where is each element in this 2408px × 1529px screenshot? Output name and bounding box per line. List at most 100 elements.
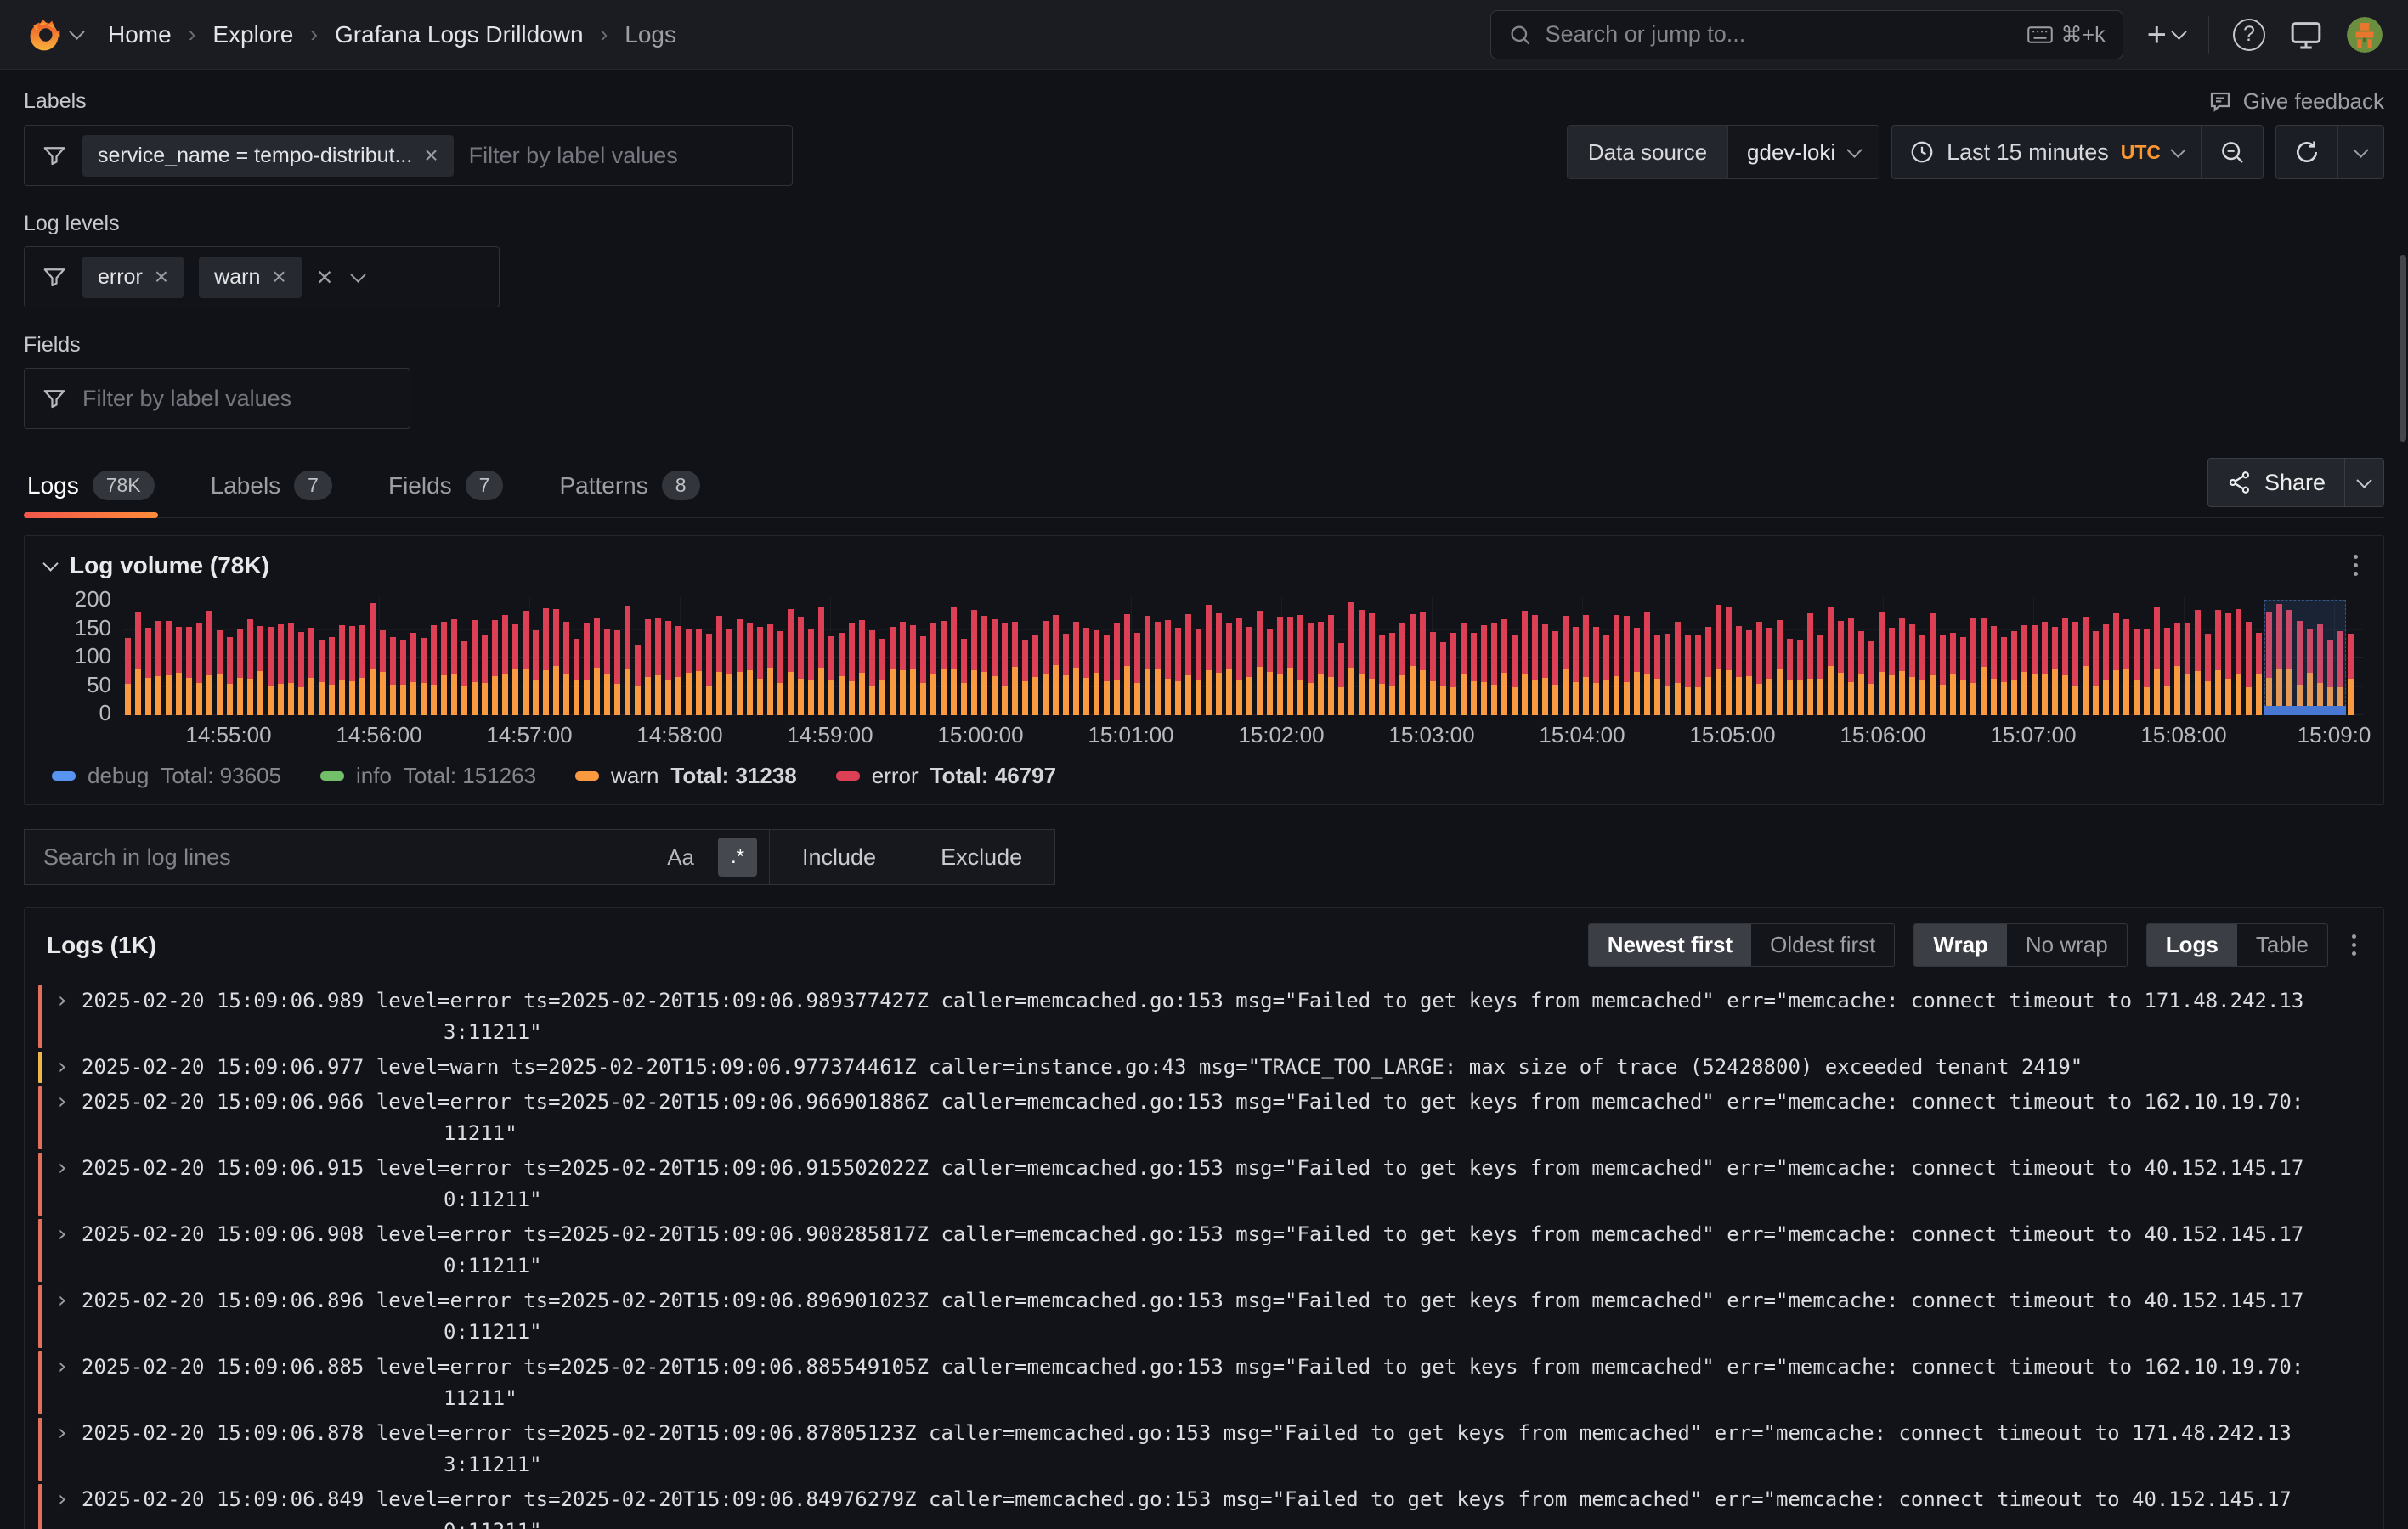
- expand-chevron-icon[interactable]: ›: [42, 1219, 82, 1282]
- expand-chevron-icon[interactable]: ›: [42, 1052, 82, 1083]
- datasource-value[interactable]: gdev-loki: [1727, 126, 1879, 178]
- log-row[interactable]: ›2025-02-20 15:09:06.977 level=warn ts=2…: [25, 1050, 2383, 1085]
- chart-bar: [808, 629, 814, 715]
- error-segment: [2093, 631, 2099, 686]
- add-button[interactable]: +: [2147, 18, 2185, 52]
- warn-segment: [370, 669, 376, 715]
- expand-chevron-icon[interactable]: ›: [42, 985, 82, 1048]
- legend-item-debug[interactable]: debugTotal: 93605: [52, 763, 281, 789]
- regex-button[interactable]: .*: [718, 838, 757, 877]
- news-monitor-button[interactable]: [2289, 18, 2323, 52]
- refresh-interval-dropdown[interactable]: [2337, 126, 2383, 178]
- error-segment: [563, 622, 569, 675]
- level-chip-error[interactable]: error×: [82, 257, 184, 298]
- breadcrumb-item[interactable]: Explore: [212, 21, 293, 48]
- loglevels-filter-box[interactable]: error× warn× ×: [24, 246, 500, 307]
- time-range-picker[interactable]: Last 15 minutes UTC: [1892, 126, 2201, 178]
- scrollbar[interactable]: [2400, 255, 2406, 442]
- match-case-button[interactable]: Aa: [659, 839, 703, 876]
- datasource-picker[interactable]: Data source gdev-loki: [1567, 125, 1879, 179]
- share-button[interactable]: Share: [2207, 458, 2384, 507]
- chart-bar: [1185, 614, 1191, 715]
- expand-chevron-icon[interactable]: ›: [42, 1153, 82, 1216]
- log-search-input[interactable]: Search in log lines Aa .*: [24, 829, 770, 885]
- chart-bar: [339, 625, 345, 715]
- expand-chevron-icon[interactable]: ›: [42, 1418, 82, 1481]
- warn-segment: [1624, 682, 1630, 715]
- labels-filter-box[interactable]: service_name = tempo-distribut...× Filte…: [24, 125, 793, 186]
- include-button[interactable]: Include: [770, 830, 908, 884]
- chart-bar: [1603, 635, 1609, 715]
- collapse-chevron-icon[interactable]: [42, 556, 58, 571]
- wrap-on[interactable]: Wrap: [1914, 924, 2007, 966]
- close-icon[interactable]: ×: [424, 144, 438, 167]
- help-button[interactable]: ?: [2233, 19, 2265, 51]
- exclude-button[interactable]: Exclude: [908, 830, 1054, 884]
- level-chip-warn[interactable]: warn×: [199, 257, 302, 298]
- error-segment: [441, 622, 447, 676]
- chart-bar: [1043, 621, 1049, 715]
- error-segment: [298, 632, 304, 687]
- search-icon: [1508, 23, 1532, 47]
- chart-bar: [798, 617, 804, 715]
- refresh-button[interactable]: [2276, 126, 2337, 178]
- warn-segment: [1420, 670, 1426, 715]
- breadcrumb-item[interactable]: Grafana Logs Drilldown: [335, 21, 584, 48]
- log-row[interactable]: ›2025-02-20 15:09:06.989 level=error ts=…: [25, 984, 2383, 1050]
- log-row[interactable]: ›2025-02-20 15:09:06.878 level=error ts=…: [25, 1416, 2383, 1482]
- warn-segment: [930, 674, 936, 715]
- avatar[interactable]: [2347, 17, 2383, 53]
- log-row[interactable]: ›2025-02-20 15:09:06.896 level=error ts=…: [25, 1284, 2383, 1350]
- expand-chevron-icon[interactable]: ›: [42, 1285, 82, 1348]
- chart-bar: [1022, 640, 1028, 715]
- panel-menu-button[interactable]: [2349, 550, 2363, 581]
- warn-segment: [1226, 669, 1232, 715]
- label-filter-chip[interactable]: service_name = tempo-distribut...×: [82, 135, 454, 177]
- clear-all-icon[interactable]: ×: [317, 263, 333, 291]
- expand-chevron-icon[interactable]: ›: [42, 1086, 82, 1149]
- error-segment: [2052, 627, 2058, 669]
- tab-fields[interactable]: Fields7: [385, 465, 507, 517]
- close-icon[interactable]: ×: [155, 265, 168, 289]
- legend-item-warn[interactable]: warnTotal: 31238: [575, 763, 797, 789]
- chart-bar: [1981, 618, 1987, 715]
- annotation-region[interactable]: [2264, 600, 2346, 715]
- warn-segment: [1410, 666, 1416, 715]
- tab-logs[interactable]: Logs78K: [24, 465, 158, 517]
- give-feedback-button[interactable]: Give feedback: [2207, 88, 2384, 115]
- sort-oldest-first[interactable]: Oldest first: [1751, 924, 1894, 966]
- log-row[interactable]: ›2025-02-20 15:09:06.908 level=error ts=…: [25, 1217, 2383, 1284]
- tab-labels[interactable]: Labels7: [207, 465, 336, 517]
- logs-menu-button[interactable]: [2347, 929, 2361, 961]
- wrap-off[interactable]: No wrap: [2007, 924, 2127, 966]
- warn-segment: [594, 668, 600, 715]
- legend-item-error[interactable]: errorTotal: 46797: [836, 763, 1056, 789]
- legend-item-info[interactable]: infoTotal: 151263: [320, 763, 536, 789]
- log-line: 2025-02-20 15:09:06.977 level=warn ts=20…: [82, 1052, 2383, 1083]
- sort-newest-first[interactable]: Newest first: [1589, 924, 1751, 966]
- view-logs[interactable]: Logs: [2147, 924, 2237, 966]
- grafana-logo[interactable]: [25, 16, 82, 54]
- log-row[interactable]: ›2025-02-20 15:09:06.849 level=error ts=…: [25, 1482, 2383, 1529]
- expand-chevron-icon[interactable]: ›: [42, 1484, 82, 1529]
- chevron-down-icon[interactable]: [351, 267, 366, 282]
- log-row[interactable]: ›2025-02-20 15:09:06.885 level=error ts=…: [25, 1350, 2383, 1416]
- plot-area[interactable]: [123, 596, 2363, 715]
- log-row[interactable]: ›2025-02-20 15:09:06.966 level=error ts=…: [25, 1085, 2383, 1151]
- log-row[interactable]: ›2025-02-20 15:09:06.915 level=error ts=…: [25, 1151, 2383, 1217]
- share-dropdown[interactable]: [2344, 459, 2383, 506]
- error-segment: [737, 619, 743, 672]
- nav-search-input[interactable]: Search or jump to... ⌘+k: [1490, 10, 2123, 59]
- error-segment: [574, 639, 579, 680]
- tab-patterns[interactable]: Patterns8: [556, 465, 703, 517]
- close-icon[interactable]: ×: [272, 265, 285, 289]
- zoom-out-button[interactable]: [2201, 126, 2263, 178]
- breadcrumb-item[interactable]: Home: [108, 21, 172, 48]
- expand-chevron-icon[interactable]: ›: [42, 1351, 82, 1414]
- fields-filter-box[interactable]: Filter by label values: [24, 368, 410, 429]
- log-volume-chart[interactable]: 200150100500: [25, 588, 2383, 715]
- warn-segment: [1726, 670, 1732, 715]
- warn-segment: [1644, 674, 1650, 715]
- chart-bar: [1481, 625, 1487, 715]
- view-table[interactable]: Table: [2237, 924, 2327, 966]
